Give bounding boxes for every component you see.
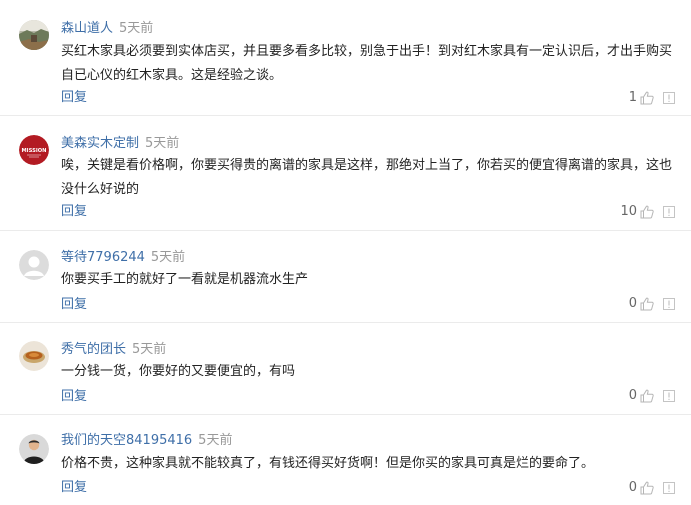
comment-time: 5天前 [132,342,167,357]
username[interactable]: 美森实木定制 [61,136,139,151]
comment-time: 5天前 [119,21,154,36]
avatar[interactable] [19,434,49,464]
like-control: 1 [629,90,677,106]
like-control: 10 [620,204,677,220]
comment-item: 森山道人 5天前 买红木家具必须要到实体店买，并且要多看多比较，别急于出手！到对红… [0,0,691,116]
comment-meta: 我们的天空84195416 5天前 [61,433,232,449]
avatar[interactable] [19,341,49,371]
comment-text: 价格不贵，这种家具就不能较真了，有钱还得买好货啊！但是你买的家具可真是烂的要命了… [61,456,595,471]
like-control: 0 [629,480,677,496]
reply-button[interactable]: 回复 [61,297,87,313]
comment-time: 5天前 [145,136,180,151]
report-icon[interactable] [661,388,677,404]
username[interactable]: 我们的天空84195416 [61,433,192,448]
comment-time: 5天前 [198,433,233,448]
like-control: 0 [629,296,677,312]
comment-item: 我们的天空84195416 5天前 价格不贵，这种家具就不能较真了，有钱还得买好货… [0,415,691,505]
like-count: 0 [628,296,637,311]
comment-time: 5天前 [150,250,186,265]
comment-meta: 美森实木定制 5天前 [61,136,179,152]
avatar[interactable] [19,250,49,280]
avatar[interactable]: MISSION [19,135,49,165]
avatar[interactable] [19,20,49,50]
comment-meta: 等待7796244 5天前 [61,250,185,266]
thumbs-up-icon[interactable] [639,90,655,106]
comment-meta: 森山道人 5天前 [61,21,153,37]
report-icon[interactable] [661,296,677,312]
thumbs-up-icon[interactable] [639,480,655,496]
like-count: 0 [628,480,637,495]
username[interactable]: 等待7796244 [61,250,145,265]
comment-item: 等待7796244 5天前 你要买手工的就好了一看就是机器流水生产 回复 0 [0,231,691,323]
comment-text: 一分钱一货，你要好的又要便宜的，有吗 [61,364,296,379]
username[interactable]: 森山道人 [61,21,113,36]
comment-item: MISSION 美森实木定制 5天前 唉，关键是看价格啊，你要买得贵的离谱的家具是… [0,116,691,231]
comment-item: 秀气的团长 5天前 一分钱一货，你要好的又要便宜的，有吗 回复 0 [0,323,691,415]
thumbs-up-icon[interactable] [639,204,655,220]
thumbs-up-icon[interactable] [639,388,655,404]
report-icon[interactable] [661,480,677,496]
report-icon[interactable] [661,204,677,220]
comment-text: 你要买手工的就好了一看就是机器流水生产 [61,272,309,287]
comment-meta: 秀气的团长 5天前 [61,342,166,358]
username[interactable]: 秀气的团长 [61,342,126,357]
like-count: 10 [620,204,637,219]
reply-button[interactable]: 回复 [61,480,87,496]
avatar-logo-text: MISSION [21,148,46,154]
reply-button[interactable]: 回复 [61,204,87,220]
reply-button[interactable]: 回复 [61,90,87,106]
report-icon[interactable] [661,90,677,106]
comment-text: 唉，关键是看价格啊，你要买得贵的离谱的家具是这样，那绝对上当了，你若买的便宜得离… [61,158,673,197]
like-count: 0 [628,388,637,403]
reply-button[interactable]: 回复 [61,389,87,405]
like-count: 1 [628,90,637,105]
comment-text: 买红木家具必须要到实体店买，并且要多看多比较，别急于出手！到对红木家具有一定认识… [61,44,673,83]
like-control: 0 [629,388,677,404]
thumbs-up-icon[interactable] [639,296,655,312]
